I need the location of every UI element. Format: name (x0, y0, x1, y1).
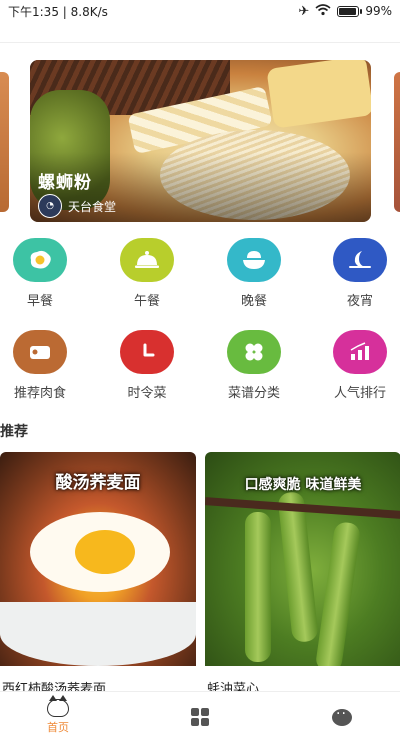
network-speed: 8.8K/s (70, 4, 108, 19)
status-bar: 下午1:35 | 8.8K/s ✈ 99% (0, 0, 400, 22)
wifi-icon (315, 3, 331, 19)
category-recommended-meat[interactable]: 推荐肉食 (8, 330, 72, 402)
recipe-image-stalk (245, 512, 271, 662)
clover-icon (227, 330, 281, 374)
recipe-image-bowl (0, 602, 196, 666)
category-row-1: 早餐 午餐 晚餐 夜宵 (0, 238, 400, 310)
fried-egg-icon (13, 238, 67, 282)
banner-image-tofu (266, 60, 371, 129)
clock-icon (120, 330, 174, 374)
author-avatar[interactable]: ◔ (38, 194, 62, 218)
category-recipe-types[interactable]: 菜谱分类 (222, 330, 286, 402)
recipe-overlay-text: 口感爽脆 味道鲜美 (244, 477, 362, 493)
category-midnight-snack[interactable]: 夜宵 (328, 238, 392, 310)
bowl-icon (227, 238, 281, 282)
category-lunch[interactable]: 午餐 (115, 238, 179, 310)
category-row-2: 推荐肉食 时令菜 菜谱分类 人气排行 (0, 330, 400, 402)
banner-carousel[interactable]: 螺蛳粉 ◔ 天台食堂 (0, 60, 400, 222)
recipe-image-stalk (277, 491, 319, 643)
tab-home-label: 首页 (47, 721, 69, 734)
recipe-image-yolk (75, 530, 135, 574)
category-seasonal[interactable]: 时令菜 (115, 330, 179, 402)
author-name: 天台食堂 (68, 199, 117, 214)
grid-icon (191, 708, 209, 726)
recipe-name: 西红柿酸汤荞麦面 (2, 682, 107, 692)
recipe-image: 口感爽脆 味道鲜美 (205, 452, 400, 666)
banner-title: 螺蛳粉 (38, 173, 92, 193)
banner-author[interactable]: ◔ 天台食堂 (38, 194, 116, 218)
carousel-prev-slide[interactable] (0, 72, 9, 212)
tab-categories[interactable] (170, 692, 230, 741)
recipe-overlay-text: 酸汤荞麦面 (55, 473, 141, 493)
status-right: ✈ 99% (298, 4, 392, 19)
banner-slide[interactable]: 螺蛳粉 ◔ 天台食堂 (30, 60, 371, 222)
bar-chart-icon (333, 330, 387, 374)
carousel-next-slide[interactable] (394, 72, 400, 212)
recipe-card[interactable]: 酸汤荞麦面 西红柿酸汤荞麦面 (0, 452, 196, 692)
top-divider (0, 42, 400, 43)
status-time: 下午1:35 (8, 4, 59, 19)
moon-icon (333, 238, 387, 282)
bottom-tab-bar: 首页 (0, 691, 400, 741)
recipe-name: 蚝油菜心 (207, 682, 260, 692)
status-left: 下午1:35 | 8.8K/s (8, 4, 108, 19)
recipe-image: 酸汤荞麦面 (0, 452, 196, 666)
tab-messages[interactable] (312, 692, 372, 741)
airplane-icon: ✈ (298, 3, 310, 19)
tab-home[interactable]: 首页 (28, 692, 88, 741)
recipe-card[interactable]: 口感爽脆 味道鲜美 蚝油菜心 (205, 452, 400, 692)
chat-bubble-icon (332, 706, 352, 726)
meat-icon (13, 330, 67, 374)
section-title-recommend: 推荐 (0, 424, 28, 440)
cat-face-icon (47, 695, 69, 717)
battery-percent: 99% (365, 4, 392, 18)
recipe-image-stalk (314, 520, 362, 666)
category-breakfast[interactable]: 早餐 (8, 238, 72, 310)
category-dinner[interactable]: 晚餐 (222, 238, 286, 310)
category-popular-ranking[interactable]: 人气排行 (328, 330, 392, 402)
battery-icon (337, 5, 363, 17)
cloche-icon (120, 238, 174, 282)
